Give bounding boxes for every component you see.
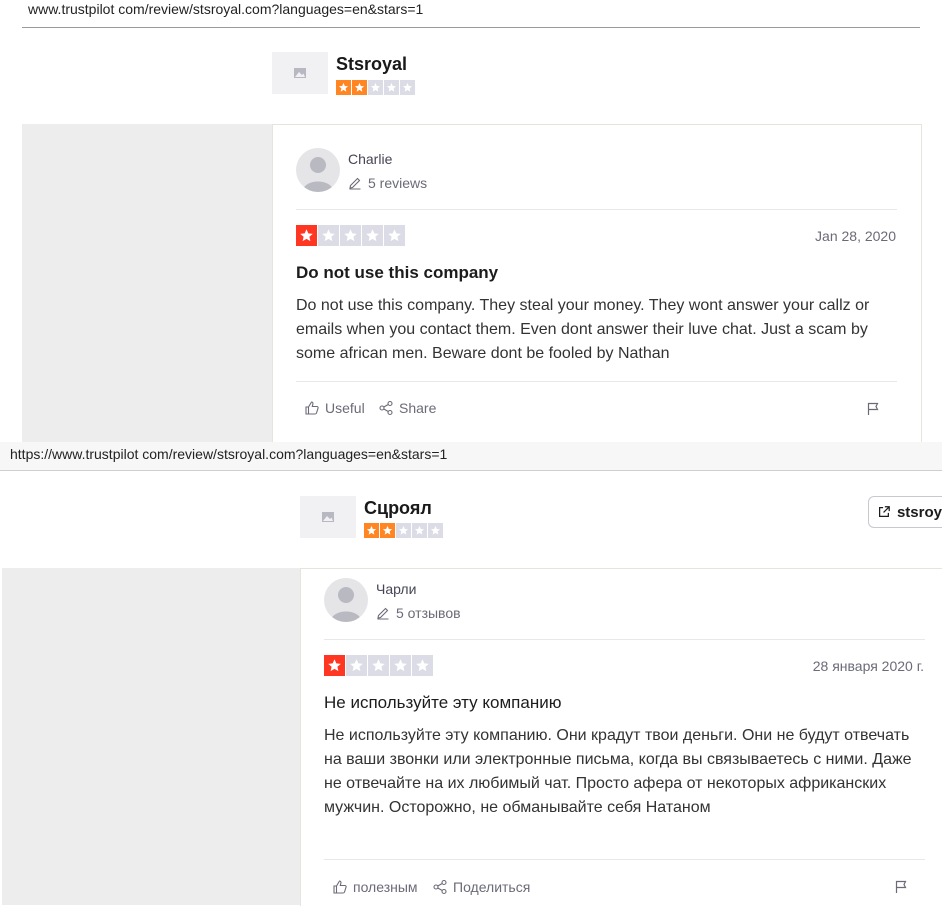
star-icon bbox=[324, 655, 345, 676]
company-rating-stars bbox=[336, 80, 415, 95]
reviewer-name[interactable]: Чарли bbox=[376, 581, 416, 597]
divider bbox=[296, 209, 897, 210]
review-count[interactable]: 5 отзывов bbox=[376, 605, 461, 621]
star-icon bbox=[368, 655, 389, 676]
left-gray-panel bbox=[22, 124, 272, 442]
review-count-label: 5 отзывов bbox=[396, 605, 461, 621]
left-gray-panel bbox=[2, 568, 300, 905]
star-icon bbox=[390, 655, 411, 676]
image-placeholder-icon bbox=[294, 68, 306, 78]
avatar[interactable] bbox=[324, 578, 368, 622]
star-icon bbox=[384, 80, 399, 95]
review-date: 28 января 2020 г. bbox=[812, 658, 924, 674]
useful-button[interactable]: Useful bbox=[304, 400, 365, 416]
visit-website-label: stsroy bbox=[896, 503, 942, 521]
star-icon bbox=[364, 523, 379, 538]
avatar-icon bbox=[302, 157, 334, 192]
company-rating-stars bbox=[364, 523, 443, 538]
star-icon bbox=[340, 225, 361, 246]
image-placeholder-icon bbox=[322, 512, 334, 522]
thumbs-up-icon bbox=[333, 880, 347, 894]
url-bar-text[interactable]: www.trustpilot com/review/stsroyal.com?l… bbox=[28, 1, 423, 17]
star-icon bbox=[400, 80, 415, 95]
share-label: Share bbox=[399, 400, 437, 416]
company-name[interactable]: Сцроял bbox=[364, 498, 432, 519]
star-icon bbox=[346, 655, 367, 676]
review-body: Do not use this company. They steal your… bbox=[296, 297, 870, 362]
review-title[interactable]: Do not use this company bbox=[296, 263, 498, 283]
useful-label: Useful bbox=[325, 400, 365, 416]
star-icon bbox=[412, 655, 433, 676]
star-icon bbox=[412, 523, 427, 538]
share-button[interactable]: Share bbox=[378, 400, 436, 416]
review-count[interactable]: 5 reviews bbox=[348, 175, 427, 191]
review-date: Jan 28, 2020 bbox=[815, 228, 896, 244]
star-icon bbox=[428, 523, 443, 538]
review-rating-stars bbox=[296, 225, 405, 246]
pencil-icon bbox=[349, 177, 361, 190]
star-icon bbox=[318, 225, 339, 246]
review-body: Не используйте эту компанию. Они крадут … bbox=[324, 727, 912, 816]
share-label: Поделиться bbox=[453, 879, 531, 895]
review-rating-stars bbox=[324, 655, 433, 676]
share-button[interactable]: Поделиться bbox=[432, 879, 530, 895]
star-icon bbox=[336, 80, 351, 95]
share-icon bbox=[433, 879, 447, 895]
useful-label: полезным bbox=[353, 879, 418, 895]
external-link-icon bbox=[879, 506, 890, 517]
url-bar-text[interactable]: https://www.trustpilot com/review/stsroy… bbox=[10, 446, 447, 462]
divider bbox=[296, 381, 897, 382]
star-icon bbox=[396, 523, 411, 538]
star-icon bbox=[296, 225, 317, 246]
star-icon bbox=[368, 80, 383, 95]
pencil-icon bbox=[377, 607, 389, 620]
review-card: Чарли 5 отзывов 28 января 2020 г. Не исп… bbox=[300, 568, 942, 906]
flag-icon[interactable] bbox=[866, 402, 880, 416]
avatar-icon bbox=[330, 587, 362, 622]
divider bbox=[324, 859, 925, 860]
visit-website-button[interactable]: stsroy bbox=[868, 496, 942, 528]
review-count-label: 5 reviews bbox=[368, 175, 428, 191]
company-name[interactable]: Stsroyal bbox=[336, 54, 407, 75]
divider bbox=[0, 470, 942, 471]
avatar[interactable] bbox=[296, 148, 340, 192]
star-icon bbox=[362, 225, 383, 246]
review-title[interactable]: Не используйте эту компанию bbox=[324, 693, 561, 713]
company-logo[interactable] bbox=[300, 496, 356, 538]
divider bbox=[324, 639, 925, 640]
reviewer-name[interactable]: Charlie bbox=[348, 151, 392, 167]
thumbs-up-icon bbox=[305, 401, 319, 415]
star-icon bbox=[352, 80, 367, 95]
star-icon bbox=[380, 523, 395, 538]
flag-icon[interactable] bbox=[894, 880, 908, 894]
company-logo[interactable] bbox=[272, 52, 328, 94]
divider bbox=[22, 27, 920, 28]
share-icon bbox=[379, 400, 393, 416]
star-icon bbox=[384, 225, 405, 246]
review-card: Charlie 5 reviews Jan 28, 2020 Do not us… bbox=[272, 124, 922, 443]
useful-button[interactable]: полезным bbox=[332, 879, 418, 895]
